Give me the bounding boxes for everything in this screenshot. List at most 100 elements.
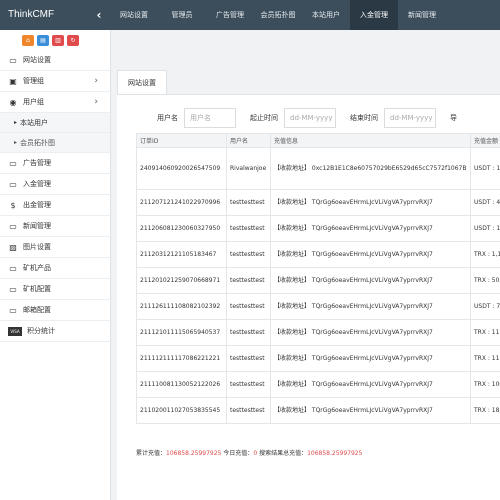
sidebar-item-site-settings[interactable]: ▭ 网站设置 xyxy=(0,50,110,71)
username-cell: testtesttest xyxy=(226,267,271,294)
table-row[interactable]: 2112031212110518346​7 testtesttest 【收款地址… xyxy=(136,241,500,268)
username-cell: testtesttest xyxy=(226,241,271,268)
sidebar-item-label: 入金管理 xyxy=(23,180,51,188)
table-row[interactable]: 2110200110270538355​45 testtesttest 【收款地… xyxy=(136,397,500,424)
order-id-cell: 2111210111150659405​37 xyxy=(136,319,227,346)
refresh-icon[interactable]: ↻ xyxy=(67,34,79,46)
table-row[interactable]: 2112071212410229709​96 testtesttest 【收款地… xyxy=(136,189,500,216)
table-row[interactable]: 2111210111150659405​37 testtesttest 【收款地… xyxy=(136,319,500,346)
nav-item-site-settings[interactable]: 网站设置 xyxy=(110,0,158,30)
username-cell: testtesttest xyxy=(226,293,271,320)
table-row[interactable]: 2111261111080821023​92 testtesttest 【收款地… xyxy=(136,293,500,320)
export-button[interactable]: 导 xyxy=(450,113,457,123)
sidebar-item-label: 邮箱配置 xyxy=(23,306,51,314)
chevron-down-icon: › xyxy=(94,97,98,107)
deposit-info-cell: 【收款地址】 TQrGg6oeavEHrmLJcVLiVgVA7yprrvRXJ… xyxy=(270,371,471,398)
order-id-cell: 24091406092002654750​9 xyxy=(136,147,227,190)
table-header: 充值金额 xyxy=(470,133,500,148)
nav-item-news[interactable]: 新闻管理 xyxy=(398,0,446,30)
total-label: 累计充值： xyxy=(136,450,167,457)
end-date-input[interactable]: dd-MM-yyyy xyxy=(384,108,436,128)
username-cell: testtesttest xyxy=(226,319,271,346)
username-label: 用户名 xyxy=(157,114,178,122)
username-cell: testtesttest xyxy=(226,345,271,372)
nav-item-member-tree[interactable]: 会员拓扑图 xyxy=(254,0,302,30)
filter-bar: 用户名 用户名 起止时间 dd-MM-yyyy 结束时间 dd-MM-yyyy … xyxy=(157,108,463,128)
main-content: 网站设置 用户名 用户名 起止时间 dd-MM-yyyy 结束时间 dd-MM-… xyxy=(111,30,500,500)
sidebar-item-admin-group[interactable]: ▣ 管理组 › xyxy=(0,71,110,92)
amount-cell: USDT : 7, xyxy=(470,293,500,320)
order-id-cell: 2111261111080821023​92 xyxy=(136,293,227,320)
bullet-icon: ▸ xyxy=(14,139,18,146)
sidebar-item-images[interactable]: ▨ 图片设置 xyxy=(0,237,110,258)
visa-icon: VISA xyxy=(8,326,22,336)
doc-icon[interactable]: ▤ xyxy=(37,34,49,46)
amount-cell: TRX : 18, xyxy=(470,397,500,424)
sidebar-item-miner-config[interactable]: ▭ 矿机配置 xyxy=(0,279,110,300)
sidebar-item-label: 图片设置 xyxy=(23,243,51,251)
sidebar-item-label: 管理组 xyxy=(23,77,44,85)
table-row[interactable]: 21111211111708622122​1 testtesttest 【收款地… xyxy=(136,345,500,372)
table-row[interactable]: 2112010212590706689​71 testtesttest 【收款地… xyxy=(136,267,500,294)
order-id-cell: 21120608123006032795​0 xyxy=(136,215,227,242)
nav-item-admins[interactable]: 管理员 xyxy=(158,0,206,30)
deposit-info-cell: 【收款地址】 TQrGg6oeavEHrmLJcVLiVgVA7yprrvRXJ… xyxy=(270,293,471,320)
sidebar-item-user-group[interactable]: ◉ 用户组 › xyxy=(0,92,110,113)
sidebar-item-label: 矿机产品 xyxy=(23,264,51,272)
sidebar-item-withdrawals[interactable]: $ 出金管理 xyxy=(0,195,110,216)
dollar-icon: $ xyxy=(10,200,16,210)
sidebar-item-label: 用户组 xyxy=(23,98,44,106)
table-row[interactable]: 24091406092002654750​9 Rivalwanjoe 【收款地址… xyxy=(136,147,500,190)
deposit-info-cell: 【收款地址】 0xc12B1E1C8e60757029bE6529d65cC75… xyxy=(270,147,471,190)
username-input[interactable]: 用户名 xyxy=(184,108,236,128)
nav-item-deposits[interactable]: 入金管理 xyxy=(350,0,398,30)
table-row[interactable]: 2111100811300521220​26 testtesttest 【收款地… xyxy=(136,371,500,398)
amount-cell: TRX : 111 xyxy=(470,319,500,346)
tab-site-settings[interactable]: 网站设置 xyxy=(117,70,167,94)
username-cell: testtesttest xyxy=(226,189,271,216)
order-id-cell: 2112071212410229709​96 xyxy=(136,189,227,216)
sidebar-item-label: 广告管理 xyxy=(23,159,51,167)
sidebar-item-points-stats[interactable]: VISA 积分统计 xyxy=(0,321,110,342)
nav-item-ads[interactable]: 广告管理 xyxy=(206,0,254,30)
orders-table-wrap: 订单ID 用户名 充值信息 充值金额 24091406092002654750​… xyxy=(136,133,500,463)
sidebar-subitem-site-users[interactable]: ▸ 本站用户 xyxy=(0,113,110,133)
top-nav: 网站设置 管理员 广告管理 会员拓扑图 本站用户 入金管理 新闻管理 xyxy=(110,0,446,30)
username-cell: testtesttest xyxy=(226,397,271,424)
deposit-info-cell: 【收款地址】 TQrGg6oeavEHrmLJcVLiVgVA7yprrvRXJ… xyxy=(270,397,471,424)
sidebar-item-ads[interactable]: ▭ 广告管理 xyxy=(0,153,110,174)
sidebar-subitem-member-tree[interactable]: ▸ 会员拓扑图 xyxy=(0,133,110,153)
deposit-info-cell: 【收款地址】 TQrGg6oeavEHrmLJcVLiVgVA7yprrvRXJ… xyxy=(270,345,471,372)
orders-table: 订单ID 用户名 充值信息 充值金额 24091406092002654750​… xyxy=(136,133,500,424)
search-total-value: 106858.25997925 xyxy=(307,450,363,457)
username-cell: testtesttest xyxy=(226,215,271,242)
sidebar-item-label: 网站设置 xyxy=(23,56,51,64)
table-row[interactable]: 21120608123006032795​0 testtesttest 【收款地… xyxy=(136,215,500,242)
image-icon: ▨ xyxy=(9,242,17,252)
sidebar-item-deposits[interactable]: ▭ 入金管理 xyxy=(0,174,110,195)
nav-item-site-users[interactable]: 本站用户 xyxy=(302,0,350,30)
search-total-label: 搜索结果总充值： xyxy=(259,450,308,457)
sidebar-item-mail-config[interactable]: ▭ 邮箱配置 xyxy=(0,300,110,321)
user-icon: ◉ xyxy=(9,97,17,107)
sidebar-subitem-label: 会员拓扑图 xyxy=(20,138,56,147)
sidebar-item-label: 出金管理 xyxy=(23,201,51,209)
deposit-info-cell: 【收款地址】 TQrGg6oeavEHrmLJcVLiVgVA7yprrvRXJ… xyxy=(270,319,471,346)
trash-icon[interactable]: ▥ xyxy=(52,34,64,46)
monitor-icon: ▭ xyxy=(9,284,17,294)
chevron-left-icon[interactable]: ‹ xyxy=(88,0,110,30)
order-id-cell: 21111211111708622122​1 xyxy=(136,345,227,372)
sidebar-item-label: 新闻管理 xyxy=(23,222,51,230)
sidebar-item-miner-products[interactable]: ▭ 矿机产品 xyxy=(0,258,110,279)
end-time-label: 结束时间 xyxy=(350,114,378,122)
top-navbar: ThinkCMF ‹ 网站设置 管理员 广告管理 会员拓扑图 本站用户 入金管理… xyxy=(0,0,500,30)
start-date-input[interactable]: dd-MM-yyyy xyxy=(284,108,336,128)
order-id-cell: 2112031212110518346​7 xyxy=(136,241,227,268)
sidebar-item-news[interactable]: ▭ 新闻管理 xyxy=(0,216,110,237)
brand-logo[interactable]: ThinkCMF xyxy=(0,0,88,30)
amount-cell: USDT : 10 xyxy=(470,215,500,242)
amount-cell: TRX : 100 xyxy=(470,371,500,398)
order-id-cell: 2111100811300521220​26 xyxy=(136,371,227,398)
tab-bar: 网站设置 xyxy=(117,70,167,94)
home-icon[interactable]: ⌂ xyxy=(22,34,34,46)
